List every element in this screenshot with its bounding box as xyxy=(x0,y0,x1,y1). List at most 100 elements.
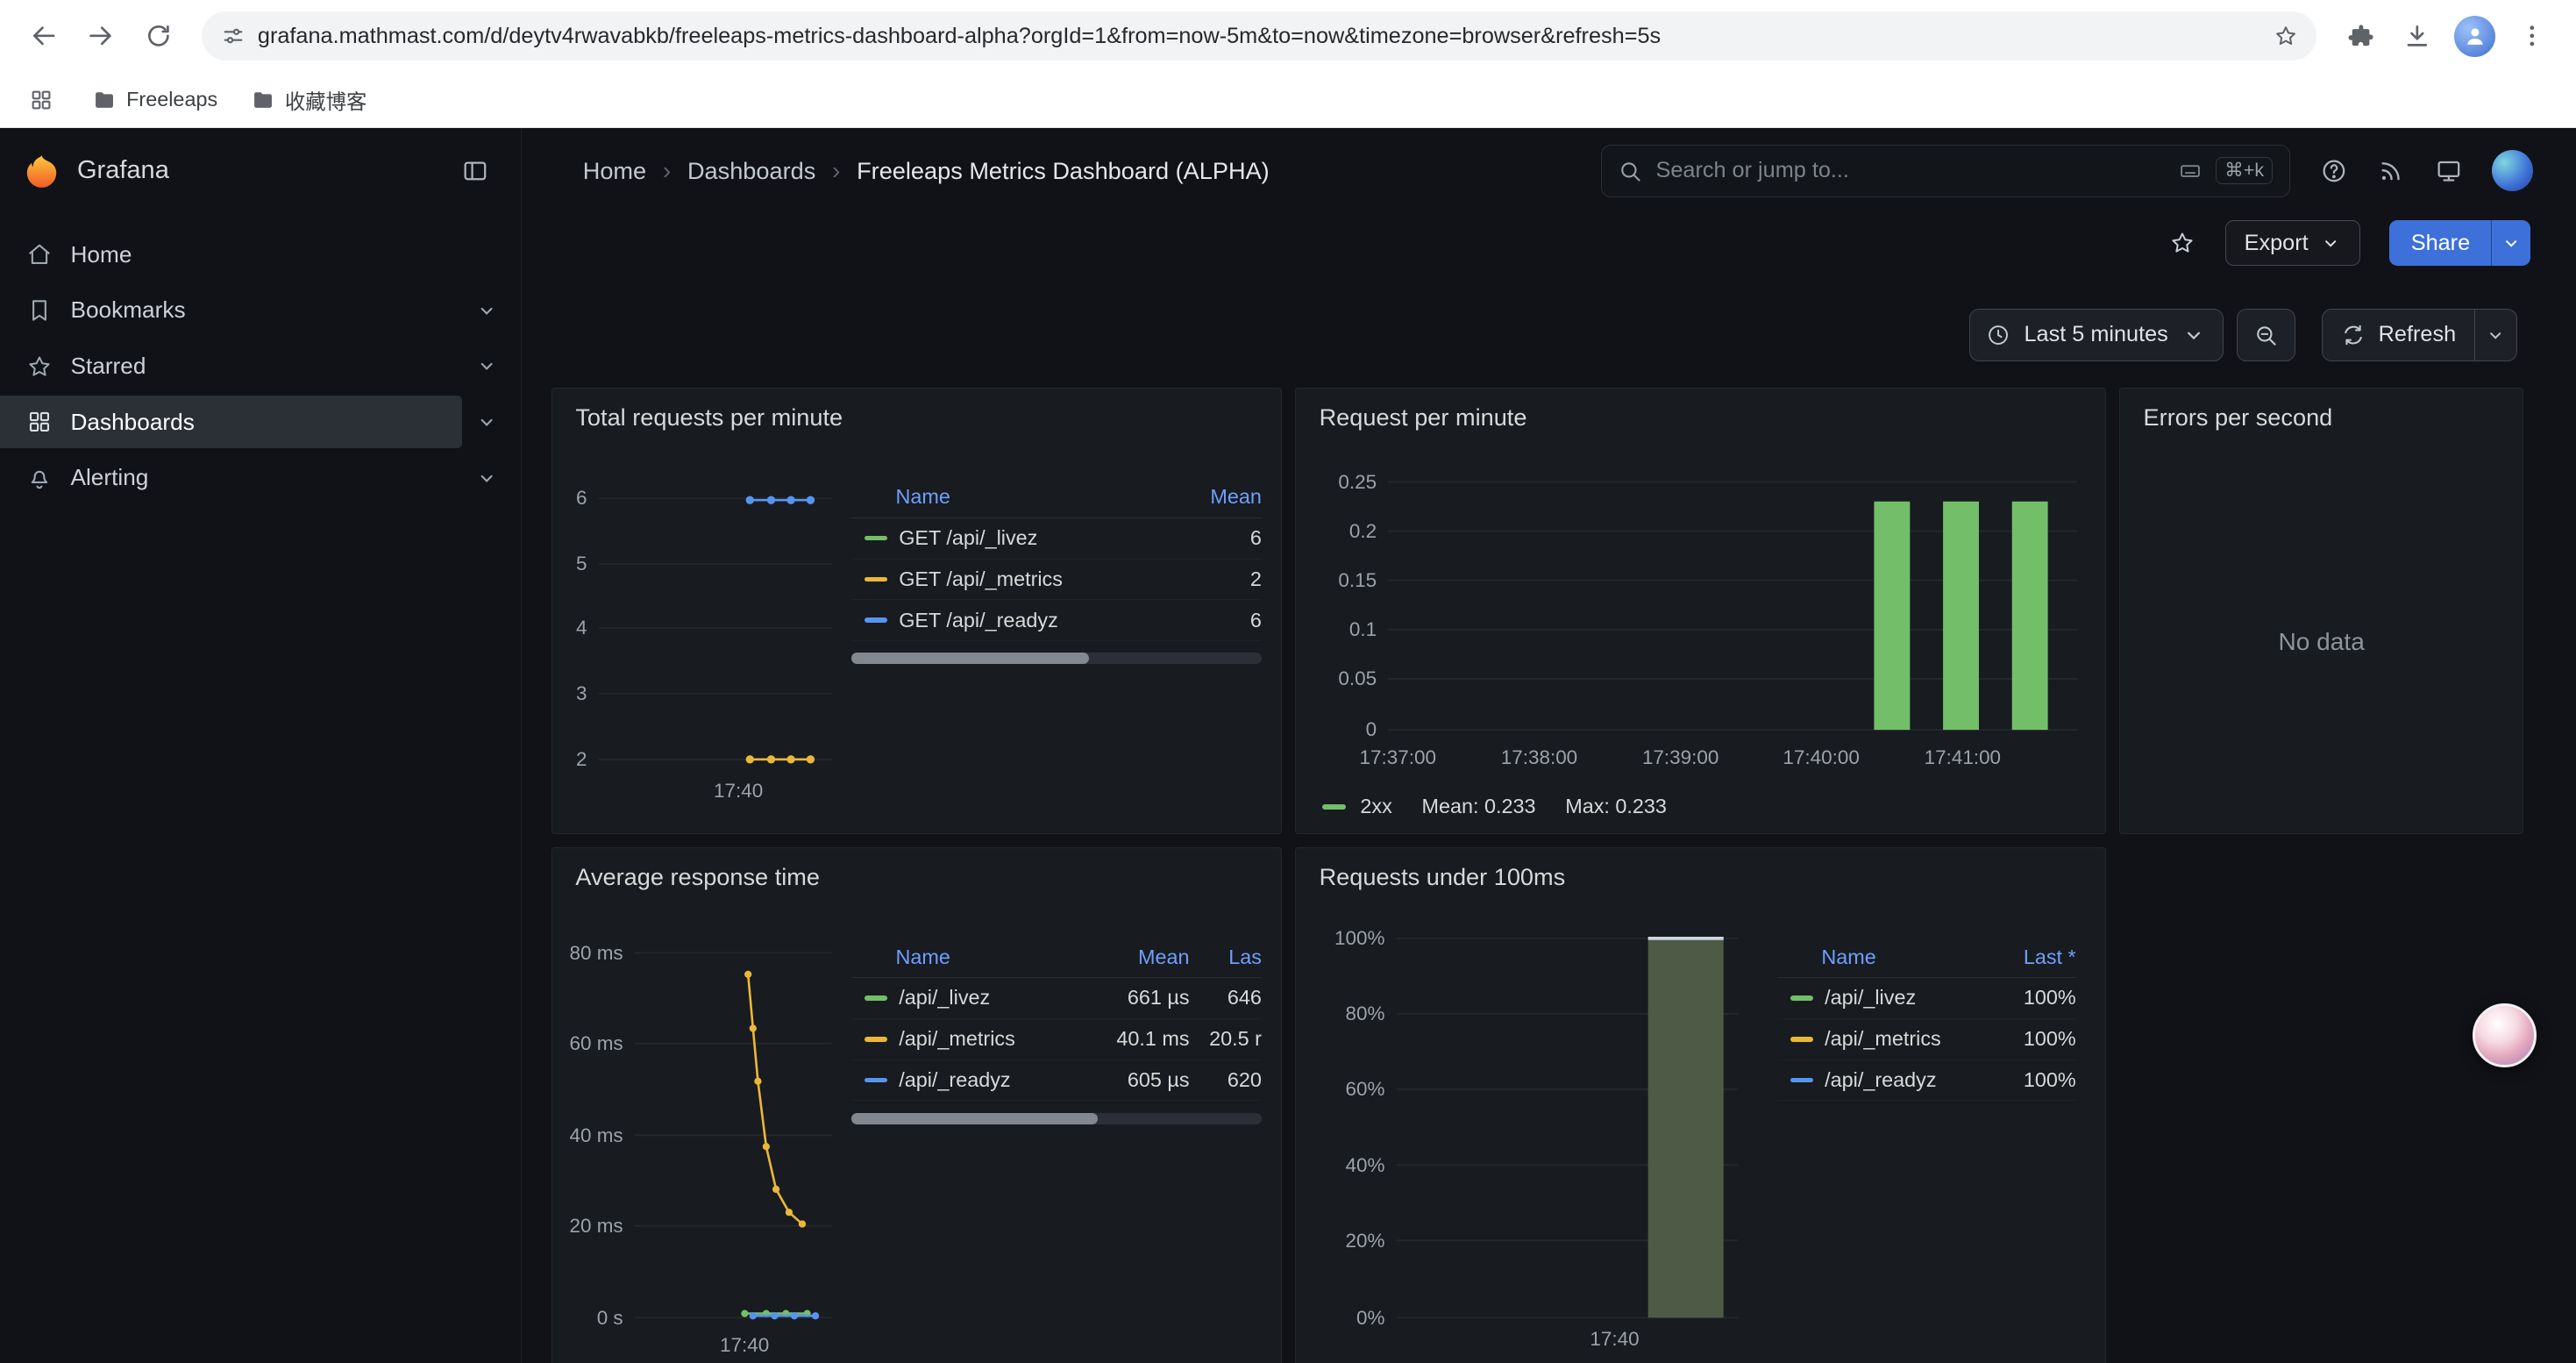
legend-header-row: NameMeanLas xyxy=(851,937,1262,978)
breadcrumb-item[interactable]: Home xyxy=(583,157,646,185)
legend-scrollbar[interactable] xyxy=(851,653,1262,664)
browser-menu-button[interactable] xyxy=(2505,9,2559,63)
back-button[interactable] xyxy=(17,9,71,63)
legend-column-header[interactable]: Mean xyxy=(1094,946,1190,969)
series-color-swatch xyxy=(1790,995,1813,1001)
legend-column-header[interactable]: Las xyxy=(1190,946,1262,969)
time-range-picker[interactable]: Last 5 minutes xyxy=(1969,309,2224,361)
legend-column-header[interactable]: Name xyxy=(1790,946,1994,969)
url-text[interactable]: grafana.mathmast.com/d/deytv4rwavabkb/fr… xyxy=(258,24,2261,49)
help-button[interactable] xyxy=(2320,157,2348,185)
reload-button[interactable] xyxy=(132,9,186,63)
legend-value: 6 xyxy=(1190,609,1262,632)
address-bar[interactable]: grafana.mathmast.com/d/deytv4rwavabkb/fr… xyxy=(202,11,2316,61)
legend-stat-mean: Mean: 0.233 xyxy=(1421,795,1535,818)
chevron-down-icon[interactable] xyxy=(475,354,498,377)
monitor-icon xyxy=(2435,157,2463,185)
legend-row[interactable]: GET /api/_livez6 xyxy=(851,518,1262,560)
legend-value: 100% xyxy=(1994,986,2076,1010)
user-avatar[interactable] xyxy=(2492,150,2533,191)
scrollbar-thumb[interactable] xyxy=(851,653,1089,664)
apps-grid-button[interactable] xyxy=(19,78,62,121)
extensions-button[interactable] xyxy=(2333,9,2387,63)
legend-row[interactable]: /api/_metrics40.1 ms20.5 r xyxy=(851,1019,1262,1060)
sidebar-item-label: Alerting xyxy=(71,464,458,491)
y-axis-tick: 0% xyxy=(1296,1305,1384,1331)
sidebar-item-home[interactable]: Home xyxy=(0,226,521,282)
series-name: /api/_metrics xyxy=(899,1027,1015,1051)
export-button[interactable]: Export xyxy=(2225,220,2360,266)
search-input[interactable]: Search or jump to... ⌘+k xyxy=(1601,145,2290,197)
legend-row[interactable]: /api/_livez661 µs646 xyxy=(851,978,1262,1019)
search-placeholder: Search or jump to... xyxy=(1655,158,2164,183)
forward-button[interactable] xyxy=(74,9,128,63)
panel-title[interactable]: Requests under 100ms xyxy=(1296,848,2105,910)
rss-icon xyxy=(2377,157,2405,185)
breadcrumb-separator-icon: › xyxy=(832,157,840,185)
sidebar-collapse-button[interactable] xyxy=(452,148,498,194)
tv-mode-button[interactable] xyxy=(2435,157,2463,185)
sidebar-item-bookmarks[interactable]: Bookmarks xyxy=(0,282,521,339)
legend-row[interactable]: /api/_metrics100% xyxy=(1777,1019,2076,1060)
panel-title[interactable]: Errors per second xyxy=(2120,389,2523,451)
sidebar-nav: HomeBookmarks Starred Dashboards Alerting xyxy=(0,213,521,505)
share-button[interactable]: Share xyxy=(2389,220,2491,266)
share-menu-button[interactable] xyxy=(2491,220,2530,266)
downloads-button[interactable] xyxy=(2390,9,2444,63)
chevron-down-icon[interactable] xyxy=(475,467,498,489)
sidebar-item-starred[interactable]: Starred xyxy=(0,339,521,395)
breadcrumb-item[interactable]: Dashboards xyxy=(687,157,815,185)
series-name: /api/_readyz xyxy=(899,1068,1010,1092)
legend-row[interactable]: GET /api/_metrics2 xyxy=(851,560,1262,601)
chevron-down-icon[interactable] xyxy=(475,299,498,322)
scrollbar-thumb[interactable] xyxy=(851,1113,1098,1124)
y-axis-tick: 40% xyxy=(1296,1152,1384,1179)
sidebar-item-label: Starred xyxy=(71,353,458,380)
dashboard-actions: Export Share xyxy=(522,213,2575,272)
bar-chart[interactable]: 0.250.20.150.10.05017:37:0017:38:0017:39… xyxy=(1296,451,2105,833)
panel-title[interactable]: Request per minute xyxy=(1296,389,2105,451)
panel-title[interactable]: Total requests per minute xyxy=(552,389,1281,451)
browser-profile-button[interactable] xyxy=(2448,9,2502,63)
grafana-logo[interactable] xyxy=(23,152,60,189)
timeseries-chart[interactable]: 6543217:40 xyxy=(552,451,848,833)
chevron-down-icon[interactable] xyxy=(475,410,498,433)
series-name: GET /api/_livez xyxy=(899,526,1037,550)
series-color-swatch xyxy=(865,1078,887,1083)
site-settings-icon[interactable] xyxy=(209,13,258,59)
plot-area xyxy=(635,946,832,1324)
sidebar-item-alerting[interactable]: Alerting xyxy=(0,450,521,506)
legend-value: 620 xyxy=(1190,1068,1262,1092)
zoom-out-button[interactable] xyxy=(2237,309,2296,361)
bookmark-item[interactable]: 收藏博客 xyxy=(238,80,381,119)
legend-row[interactable]: /api/_livez100% xyxy=(1777,978,2076,1019)
legend-inline[interactable]: 2xx Mean: 0.233 Max: 0.233 xyxy=(1322,795,1667,818)
y-axis-tick: 60 ms xyxy=(552,1031,623,1057)
timeseries-chart[interactable]: 80 ms60 ms40 ms20 ms0 s17:40 xyxy=(552,910,848,1363)
favorite-dashboard-button[interactable] xyxy=(2169,230,2195,256)
legend-header-row: NameMean xyxy=(851,477,1262,518)
legend-row[interactable]: /api/_readyz100% xyxy=(1777,1060,2076,1102)
bookmark-star-icon[interactable] xyxy=(2261,13,2310,59)
bar-chart[interactable]: 100%80%60%40%20%0%17:40 xyxy=(1296,910,1777,1363)
refresh-interval-button[interactable] xyxy=(2474,310,2516,360)
panel-title[interactable]: Average response time xyxy=(552,848,1281,910)
x-axis-tick: 17:38:00 xyxy=(1474,745,1605,771)
news-button[interactable] xyxy=(2377,157,2405,185)
assistant-avatar[interactable] xyxy=(2473,1003,2537,1067)
legend-scrollbar[interactable] xyxy=(851,1113,1262,1124)
bookmark-item[interactable]: Freeleaps xyxy=(79,82,231,117)
legend-row[interactable]: GET /api/_readyz6 xyxy=(851,600,1262,641)
panel-requests-under-100ms: Requests under 100ms 100%80%60%40%20%0%1… xyxy=(1295,847,2106,1363)
legend-column-header[interactable]: Last * xyxy=(1994,946,2076,969)
refresh-button[interactable]: Refresh xyxy=(2323,310,2474,360)
legend-row[interactable]: /api/_readyz605 µs620 xyxy=(851,1060,1262,1102)
sidebar-item-dashboards[interactable]: Dashboards xyxy=(0,394,521,450)
legend-column-header[interactable]: Mean xyxy=(1190,485,1262,509)
legend-column-header[interactable]: Name xyxy=(865,485,1190,509)
series-name: /api/_livez xyxy=(899,986,990,1010)
legend-column-header[interactable]: Name xyxy=(865,946,1094,969)
panel-left-icon xyxy=(461,157,489,185)
legend-table: NameMeanLas/api/_livez661 µs646/api/_met… xyxy=(848,910,1281,1363)
puzzle-icon xyxy=(2345,21,2375,51)
